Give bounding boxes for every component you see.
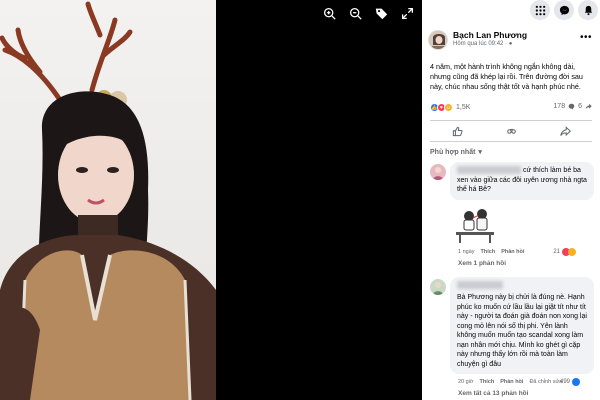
comment: Bà Phương này bị chửi là đúng nè. Hạnh p… bbox=[428, 276, 594, 397]
commenter-name-row bbox=[457, 280, 587, 291]
menu-grid-icon[interactable] bbox=[530, 0, 550, 20]
share-count-icon bbox=[585, 103, 592, 110]
chevron-down-icon: ▾ bbox=[478, 149, 482, 156]
comment-sticker[interactable] bbox=[450, 206, 500, 244]
edited-label: Đã chỉnh sửa bbox=[529, 379, 563, 385]
comment-icon[interactable] bbox=[504, 124, 518, 138]
comment-reactions[interactable]: 499 bbox=[560, 378, 580, 386]
comment-reactions[interactable]: 21 bbox=[553, 247, 576, 256]
zoom-in-icon[interactable] bbox=[320, 4, 338, 22]
post-time-text[interactable]: Hôm qua lúc 09:42 · bbox=[453, 41, 509, 47]
commenter-name-blurred[interactable] bbox=[457, 166, 521, 175]
post-timestamp[interactable]: Hôm qua lúc 09:42 · ● bbox=[453, 41, 512, 47]
author-avatar[interactable] bbox=[428, 30, 448, 50]
haha-reaction-icon: ☺ bbox=[444, 103, 453, 112]
comment: cứ thích làm bé ba xen vào giữa các đôi … bbox=[428, 162, 594, 267]
comment-count-icon bbox=[568, 103, 575, 110]
photo-illustration bbox=[0, 1, 216, 400]
photo-toolbar bbox=[320, 4, 416, 22]
post-header: Bạch Lan Phương Hôm qua lúc 09:42 · ● ••… bbox=[422, 26, 600, 58]
photo-area bbox=[0, 0, 422, 400]
like-comment-link[interactable]: Thích bbox=[480, 379, 495, 385]
reply-comment-link[interactable]: Phản hồi bbox=[500, 379, 523, 385]
reply-comment-link[interactable]: Phản hồi bbox=[501, 249, 524, 255]
comment-meta: 20 giờ Thích Phản hồi Đã chỉnh sửa 499 bbox=[458, 377, 594, 387]
like-comment-link[interactable]: Thích bbox=[481, 249, 496, 255]
commenter-name-blurred[interactable] bbox=[457, 280, 503, 289]
divider bbox=[430, 141, 592, 142]
top-bar bbox=[422, 0, 600, 22]
comment-sort[interactable]: Phù hợp nhất ▾ bbox=[430, 146, 592, 158]
commenter-avatar[interactable] bbox=[430, 164, 446, 180]
like-icon[interactable] bbox=[450, 124, 464, 138]
messenger-icon[interactable] bbox=[554, 0, 574, 20]
post-text: 4 năm, một hành trình không ngắn không d… bbox=[430, 62, 583, 91]
like-reaction-icon bbox=[572, 378, 580, 386]
share-count[interactable]: 6 bbox=[578, 103, 582, 110]
more-options-icon[interactable]: ••• bbox=[580, 32, 592, 43]
sort-label[interactable]: Phù hợp nhất bbox=[430, 149, 475, 156]
comment-count[interactable]: 178 bbox=[553, 103, 565, 110]
post-actions bbox=[430, 121, 592, 141]
view-replies-link[interactable]: Xem tất cả 13 phản hồi bbox=[458, 390, 594, 397]
post-stats: 178 6 bbox=[553, 103, 592, 110]
notification-bell-icon[interactable] bbox=[578, 0, 598, 20]
author-name[interactable]: Bạch Lan Phương bbox=[453, 30, 527, 40]
share-icon[interactable] bbox=[558, 124, 572, 138]
reaction-icons[interactable]: 👍 ♥ ☺ bbox=[430, 103, 453, 112]
reaction-count[interactable]: 1,5K bbox=[456, 104, 470, 111]
post-photo[interactable] bbox=[0, 0, 216, 400]
comment-react-count: 499 bbox=[559, 379, 570, 385]
globe-icon: ● bbox=[508, 41, 513, 47]
post-panel: Bạch Lan Phương Hôm qua lúc 09:42 · ● ••… bbox=[422, 0, 600, 400]
comment-time[interactable]: 20 giờ bbox=[458, 379, 474, 385]
fullscreen-icon[interactable] bbox=[398, 4, 416, 22]
photo-viewer: Bạch Lan Phương Hôm qua lúc 09:42 · ● ••… bbox=[0, 0, 600, 400]
comment-bubble: Bà Phương này bị chửi là đúng nè. Hạnh p… bbox=[450, 276, 594, 374]
comment-react-count: 21 bbox=[553, 248, 560, 255]
comment-meta: 1 ngày Thích Phản hồi 21 bbox=[458, 247, 594, 257]
view-replies-link[interactable]: Xem 1 phản hồi bbox=[458, 260, 594, 267]
comment-bubble: cứ thích làm bé ba xen vào giữa các đôi … bbox=[450, 162, 594, 200]
commenter-avatar[interactable] bbox=[430, 278, 446, 295]
tag-icon[interactable] bbox=[372, 4, 390, 22]
haha-reaction-icon bbox=[568, 247, 576, 256]
comment-text: Bà Phương này bị chửi là đúng nè. Hạnh p… bbox=[457, 294, 587, 368]
zoom-out-icon[interactable] bbox=[346, 4, 364, 22]
reaction-bar: 👍 ♥ ☺ 1,5K 178 6 bbox=[430, 100, 592, 116]
comment-time[interactable]: 1 ngày bbox=[458, 249, 475, 255]
